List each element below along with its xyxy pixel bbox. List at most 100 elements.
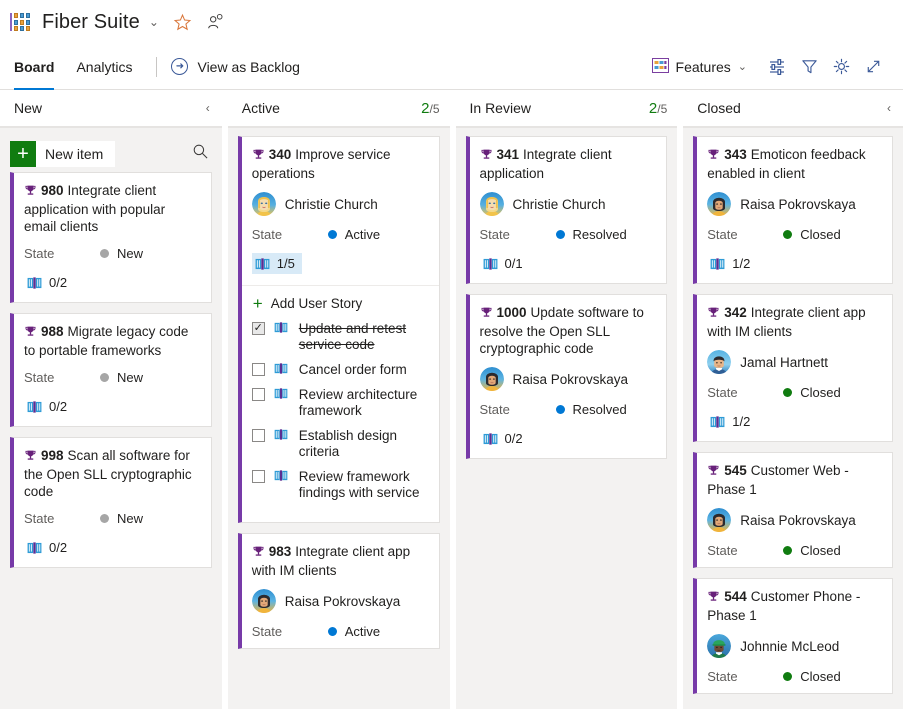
state-row: StateNew xyxy=(24,246,200,261)
state-label: State xyxy=(24,246,100,261)
column-header: In Review2/5 xyxy=(456,90,678,128)
tab-analytics[interactable]: Analytics xyxy=(76,44,132,90)
column-header: Closed ‹ xyxy=(683,90,903,128)
chevron-left-icon[interactable]: ‹ xyxy=(204,101,212,115)
child-progress-indicator[interactable]: 0/2 xyxy=(480,428,530,449)
child-progress-indicator[interactable]: 1/2 xyxy=(707,411,757,432)
avatar xyxy=(480,367,504,391)
checklist-checkbox[interactable] xyxy=(252,470,265,483)
state-label: State xyxy=(24,370,100,385)
board-column-in-review: In Review2/5 341Integrate client applicat… xyxy=(456,90,678,709)
checklist-item[interactable]: Cancel order form xyxy=(252,362,428,378)
child-progress-indicator[interactable]: 0/1 xyxy=(480,253,530,274)
tab-board[interactable]: Board xyxy=(14,44,54,90)
work-item-card[interactable]: 341Integrate client applicationChristie … xyxy=(466,136,668,284)
checklist-item[interactable]: Establish design criteria xyxy=(252,428,428,460)
work-item-card[interactable]: 544Customer Phone - Phase 1Johnnie McLeo… xyxy=(693,578,893,694)
star-icon[interactable] xyxy=(173,13,192,32)
column-header-right: ‹ xyxy=(204,101,212,115)
user-story-book-icon xyxy=(27,542,42,554)
state-label: State xyxy=(707,385,783,400)
user-story-book-icon xyxy=(274,429,288,440)
progress-count: 0/2 xyxy=(49,399,67,414)
state-label: State xyxy=(707,227,783,242)
column-count-current: 2 xyxy=(649,100,657,117)
work-item-card[interactable]: 343Emoticon feedback enabled in clientRa… xyxy=(693,136,893,284)
card-title-row: 980Integrate client application with pop… xyxy=(24,182,200,235)
state-row: StateResolved xyxy=(480,402,656,417)
fullscreen-expand-icon[interactable] xyxy=(857,51,889,83)
child-progress-indicator[interactable]: 1/5 xyxy=(252,253,302,274)
assignee-name: Christie Church xyxy=(513,197,606,212)
trophy-icon xyxy=(252,545,265,562)
state-value: Closed xyxy=(800,669,840,684)
card-id: 980 xyxy=(41,183,64,198)
filter-funnel-icon[interactable] xyxy=(793,51,825,83)
child-progress-indicator[interactable]: 0/2 xyxy=(24,537,74,558)
add-user-story-button[interactable]: +Add User Story xyxy=(252,295,428,312)
checklist-item-label: Review framework findings with service xyxy=(299,469,428,501)
person-add-icon[interactable] xyxy=(206,13,224,31)
search-icon[interactable] xyxy=(192,143,212,165)
board-settings-sliders-icon[interactable] xyxy=(761,51,793,83)
chevron-left-icon[interactable]: ‹ xyxy=(885,101,893,115)
new-item-button[interactable]: +New item xyxy=(10,141,115,167)
nav-bar: Board Analytics ➜ View as Backlog Featur… xyxy=(0,44,903,90)
card-id: 988 xyxy=(41,324,64,339)
checklist-checkbox[interactable]: ✓ xyxy=(252,322,265,335)
progress-count: 0/1 xyxy=(505,256,523,271)
checklist-item[interactable]: Review framework findings with service xyxy=(252,469,428,501)
work-item-card[interactable]: 988Migrate legacy code to portable frame… xyxy=(10,313,212,427)
view-as-backlog-button[interactable]: ➜ View as Backlog xyxy=(171,58,299,75)
user-story-book-icon xyxy=(483,433,498,445)
user-story-book-icon xyxy=(27,401,42,413)
trophy-icon xyxy=(480,148,493,165)
work-item-card[interactable]: 545Customer Web - Phase 1Raisa Pokrovska… xyxy=(693,452,893,568)
column-title: New xyxy=(14,100,42,116)
work-item-card[interactable]: 998Scan all software for the Open SLL cr… xyxy=(10,437,212,568)
checklist-checkbox[interactable] xyxy=(252,363,265,376)
work-item-card[interactable]: 980Integrate client application with pop… xyxy=(10,172,212,303)
state-label: State xyxy=(252,624,328,639)
state-value: Resolved xyxy=(573,402,627,417)
state-value: New xyxy=(117,511,143,526)
state-row: StateActive xyxy=(252,227,428,242)
state-row: StateClosed xyxy=(707,227,881,242)
state-dot xyxy=(100,373,109,382)
trophy-icon xyxy=(252,148,265,165)
column-body: 340Improve service operationsChristie Ch… xyxy=(228,128,450,709)
child-progress-indicator[interactable]: 0/2 xyxy=(24,396,74,417)
user-story-book-icon xyxy=(274,363,288,374)
child-progress-indicator[interactable]: 1/2 xyxy=(707,253,757,274)
work-item-card[interactable]: 1000Update software to resolve the Open … xyxy=(466,294,668,459)
trophy-icon xyxy=(707,590,720,607)
work-item-card[interactable]: 983Integrate client app with IM clientsR… xyxy=(238,533,440,649)
card-title-row: 342Integrate client app with IM clients xyxy=(707,304,881,340)
page-title: Fiber Suite xyxy=(42,11,140,34)
checklist-checkbox[interactable] xyxy=(252,429,265,442)
assignee-name: Raisa Pokrovskaya xyxy=(740,197,856,212)
assignee-row: Raisa Pokrovskaya xyxy=(252,589,428,613)
features-label: Features xyxy=(676,59,731,75)
avatar xyxy=(480,192,504,216)
work-item-card[interactable]: 340Improve service operationsChristie Ch… xyxy=(238,136,440,523)
state-dot xyxy=(328,230,337,239)
board-grid-icon xyxy=(652,58,669,76)
checklist-item[interactable]: Review architecture framework xyxy=(252,387,428,419)
chevron-down-icon[interactable]: ⌄ xyxy=(149,16,159,28)
checklist-checkbox[interactable] xyxy=(252,388,265,401)
gear-icon[interactable] xyxy=(825,51,857,83)
card-id: 341 xyxy=(497,147,520,162)
column-title: Closed xyxy=(697,100,741,116)
checklist-item[interactable]: ✓Update and retest service code xyxy=(252,321,428,353)
column-body: 341Integrate client applicationChristie … xyxy=(456,128,678,709)
work-item-card[interactable]: 342Integrate client app with IM clientsJ… xyxy=(693,294,893,442)
assignee-row: Johnnie McLeod xyxy=(707,634,881,658)
features-dropdown[interactable]: Features ⌄ xyxy=(646,54,753,80)
state-row: StateClosed xyxy=(707,385,881,400)
child-progress-indicator[interactable]: 0/2 xyxy=(24,272,74,293)
column-header-right: ‹ xyxy=(885,101,893,115)
new-item-label: New item xyxy=(36,146,115,162)
avatar xyxy=(707,350,731,374)
trophy-icon xyxy=(24,449,37,466)
